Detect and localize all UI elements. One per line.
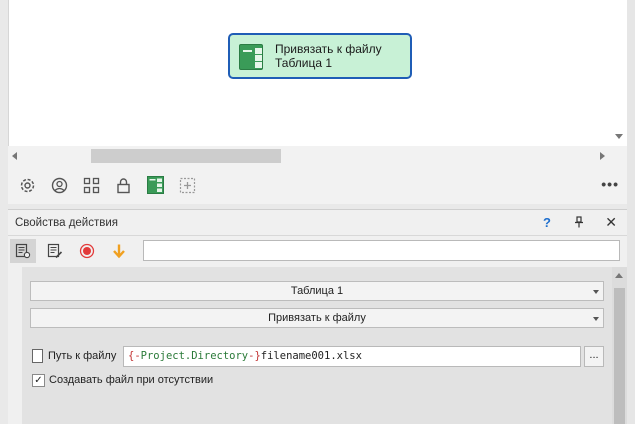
- user-circle-icon[interactable]: [49, 175, 69, 195]
- more-menu-button[interactable]: •••: [601, 176, 619, 192]
- table-icon: [239, 44, 263, 70]
- scroll-thumb[interactable]: [614, 288, 625, 424]
- lock-icon[interactable]: [113, 175, 133, 195]
- chevron-down-icon: [593, 290, 599, 294]
- file-icon: [32, 349, 43, 363]
- file-name: filename001.xlsx: [260, 350, 362, 362]
- pin-icon[interactable]: [574, 216, 584, 231]
- file-path-input[interactable]: {-Project.Directory-}filename001.xlsx: [123, 346, 581, 367]
- scroll-corner: [611, 146, 627, 166]
- table-icon[interactable]: [145, 175, 165, 195]
- edit-properties-icon[interactable]: [42, 239, 68, 263]
- scroll-right-icon[interactable]: [600, 152, 605, 160]
- table-select[interactable]: Таблица 1: [30, 281, 604, 301]
- right-edge: [627, 0, 635, 424]
- properties-panel: Свойства действия ? ✕ Таблица 1 Привязат…: [8, 209, 627, 424]
- create-file-label: Создавать файл при отсутствии: [49, 374, 214, 386]
- canvas-horizontal-scrollbar[interactable]: [8, 146, 611, 166]
- properties-header: Свойства действия ? ✕: [8, 210, 627, 236]
- help-button[interactable]: ?: [543, 215, 551, 230]
- scroll-left-icon[interactable]: [12, 152, 17, 160]
- action-select[interactable]: Привязать к файлу: [30, 308, 604, 328]
- properties-form: Таблица 1 Привязать к файлу Путь к файлу…: [22, 267, 612, 424]
- canvas-toolbar: •••: [8, 166, 627, 204]
- file-path-row: Путь к файлу {-Project.Directory-}filena…: [30, 346, 604, 368]
- chevron-down-icon: [593, 317, 599, 321]
- canvas-vertical-scrollbar[interactable]: [611, 0, 627, 146]
- node-title: Привязать к файлу: [275, 42, 382, 56]
- properties-toolbar: [8, 236, 627, 266]
- create-file-checkbox[interactable]: ✓: [32, 374, 45, 387]
- scroll-down-icon[interactable]: [615, 134, 623, 139]
- grid-icon[interactable]: [81, 175, 101, 195]
- gear-icon[interactable]: [17, 175, 37, 195]
- browse-button[interactable]: ...: [584, 346, 604, 367]
- panel-title: Свойства действия: [15, 217, 119, 229]
- record-icon[interactable]: [74, 239, 100, 263]
- arrow-down-icon[interactable]: [106, 239, 132, 263]
- scroll-up-icon[interactable]: [615, 273, 623, 278]
- macro-open: {-: [128, 350, 141, 362]
- properties-scrollbar[interactable]: [612, 267, 627, 424]
- app-window: Привязать к файлу Таблица 1 ••• Свойства…: [0, 0, 635, 424]
- file-path-label: Путь к файлу: [48, 350, 117, 362]
- properties-search-input[interactable]: [143, 240, 620, 261]
- action-node[interactable]: Привязать к файлу Таблица 1: [228, 33, 412, 79]
- add-box-icon[interactable]: [177, 175, 197, 195]
- action-select-value: Привязать к файлу: [268, 312, 366, 324]
- scroll-thumb[interactable]: [91, 149, 281, 163]
- properties-icon[interactable]: [10, 239, 36, 263]
- macro-variable: Project.Directory: [140, 350, 249, 362]
- close-panel-button[interactable]: ✕: [605, 214, 617, 231]
- macro-close: -}: [248, 350, 261, 362]
- table-select-value: Таблица 1: [290, 285, 344, 297]
- workflow-canvas[interactable]: Привязать к файлу Таблица 1: [8, 0, 611, 146]
- node-subtitle: Таблица 1: [275, 56, 333, 70]
